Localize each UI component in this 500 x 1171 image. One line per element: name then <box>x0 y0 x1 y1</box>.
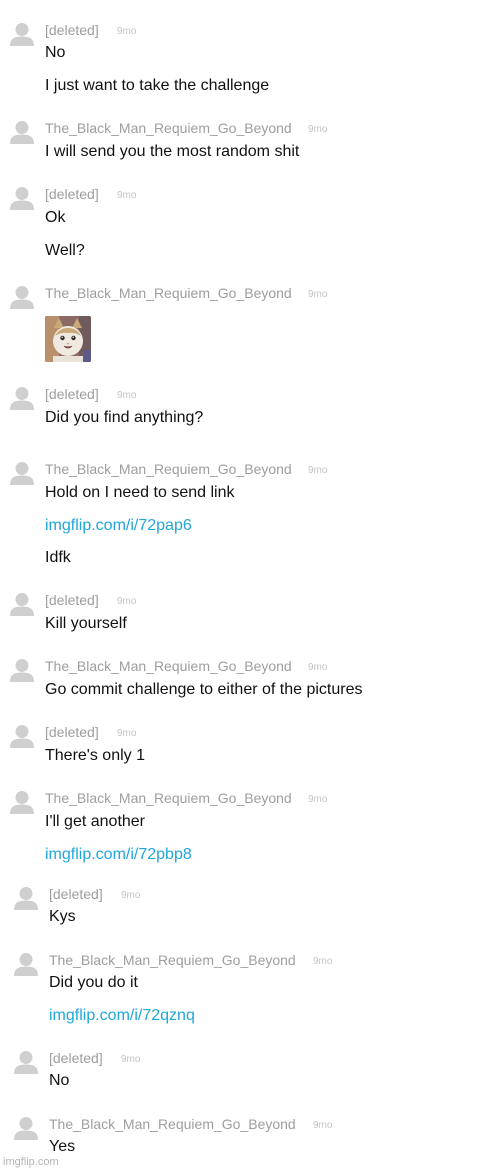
comment-username[interactable]: The_Black_Man_Requiem_Go_Beyond <box>49 951 296 969</box>
comment-timestamp: 9mo <box>121 890 141 901</box>
comment-timestamp: 9mo <box>308 662 328 673</box>
comment-text: I just want to take the challenge <box>45 77 270 94</box>
comment-text: Yes <box>49 1138 76 1155</box>
imgflip-watermark: imgflip.com <box>3 1156 59 1168</box>
user-avatar-icon[interactable] <box>13 885 39 911</box>
comment-text: Idfk <box>45 549 71 566</box>
user-avatar-icon[interactable] <box>9 385 35 411</box>
user-avatar-icon[interactable] <box>9 723 35 749</box>
user-avatar-icon[interactable] <box>9 591 35 617</box>
comment-text: Kys <box>49 908 76 925</box>
comment-timestamp: 9mo <box>308 465 328 476</box>
user-avatar-icon[interactable] <box>9 119 35 145</box>
comment-text: Did you find anything? <box>45 409 204 426</box>
comment-timestamp: 9mo <box>308 124 328 135</box>
comment-text: Hold on I need to send link <box>45 484 235 501</box>
user-avatar-icon[interactable] <box>13 951 39 977</box>
user-avatar-icon[interactable] <box>13 1049 39 1075</box>
comment-link[interactable]: imgflip.com/i/72pbp8 <box>45 845 192 865</box>
comment-username[interactable]: The_Black_Man_Requiem_Go_Beyond <box>45 119 292 137</box>
comment-text: I'll get another <box>45 813 146 830</box>
comment-timestamp: 9mo <box>308 794 328 805</box>
comment-timestamp: 9mo <box>313 1120 333 1131</box>
user-avatar-icon[interactable] <box>9 284 35 310</box>
comment-timestamp: 9mo <box>117 728 137 739</box>
comment-link[interactable]: imgflip.com/i/72pap6 <box>45 516 192 536</box>
comment-username[interactable]: [deleted] <box>49 885 103 903</box>
comment-text: Did you do it <box>49 974 138 991</box>
comment-link[interactable]: imgflip.com/i/72qznq <box>49 1006 195 1026</box>
comment-username[interactable]: [deleted] <box>45 591 99 609</box>
comment-timestamp: 9mo <box>117 190 137 201</box>
comment-username[interactable]: The_Black_Man_Requiem_Go_Beyond <box>45 284 292 302</box>
comment-timestamp: 9mo <box>121 1054 141 1065</box>
comment-username[interactable]: The_Black_Man_Requiem_Go_Beyond <box>45 657 292 675</box>
comment-timestamp: 9mo <box>117 26 137 37</box>
comment-text: Go commit challenge to either of the pic… <box>45 681 363 698</box>
comment-username[interactable]: The_Black_Man_Requiem_Go_Beyond <box>45 789 292 807</box>
comment-timestamp: 9mo <box>313 956 333 967</box>
comment-username[interactable]: [deleted] <box>45 385 99 403</box>
user-avatar-icon[interactable] <box>9 460 35 486</box>
comment-timestamp: 9mo <box>117 596 137 607</box>
comment-text: Kill yourself <box>45 615 127 632</box>
comment-text: I will send you the most random shit <box>45 143 300 160</box>
user-avatar-icon[interactable] <box>13 1115 39 1141</box>
comment-username[interactable]: [deleted] <box>45 185 99 203</box>
comment-text: There's only 1 <box>45 747 145 764</box>
cat-image-thumbnail[interactable] <box>45 316 91 362</box>
comment-username[interactable]: The_Black_Man_Requiem_Go_Beyond <box>49 1115 296 1133</box>
comment-timestamp: 9mo <box>308 289 328 300</box>
comment-text: No <box>49 1072 70 1089</box>
comment-text: No <box>45 44 66 61</box>
comment-timestamp: 9mo <box>117 390 137 401</box>
comment-text: Ok <box>45 209 66 226</box>
comment-username[interactable]: [deleted] <box>45 21 99 39</box>
user-avatar-icon[interactable] <box>9 789 35 815</box>
comment-username[interactable]: The_Black_Man_Requiem_Go_Beyond <box>45 460 292 478</box>
comment-username[interactable]: [deleted] <box>45 723 99 741</box>
user-avatar-icon[interactable] <box>9 21 35 47</box>
user-avatar-icon[interactable] <box>9 185 35 211</box>
comment-text: Well? <box>45 242 85 259</box>
user-avatar-icon[interactable] <box>9 657 35 683</box>
comment-username[interactable]: [deleted] <box>49 1049 103 1067</box>
